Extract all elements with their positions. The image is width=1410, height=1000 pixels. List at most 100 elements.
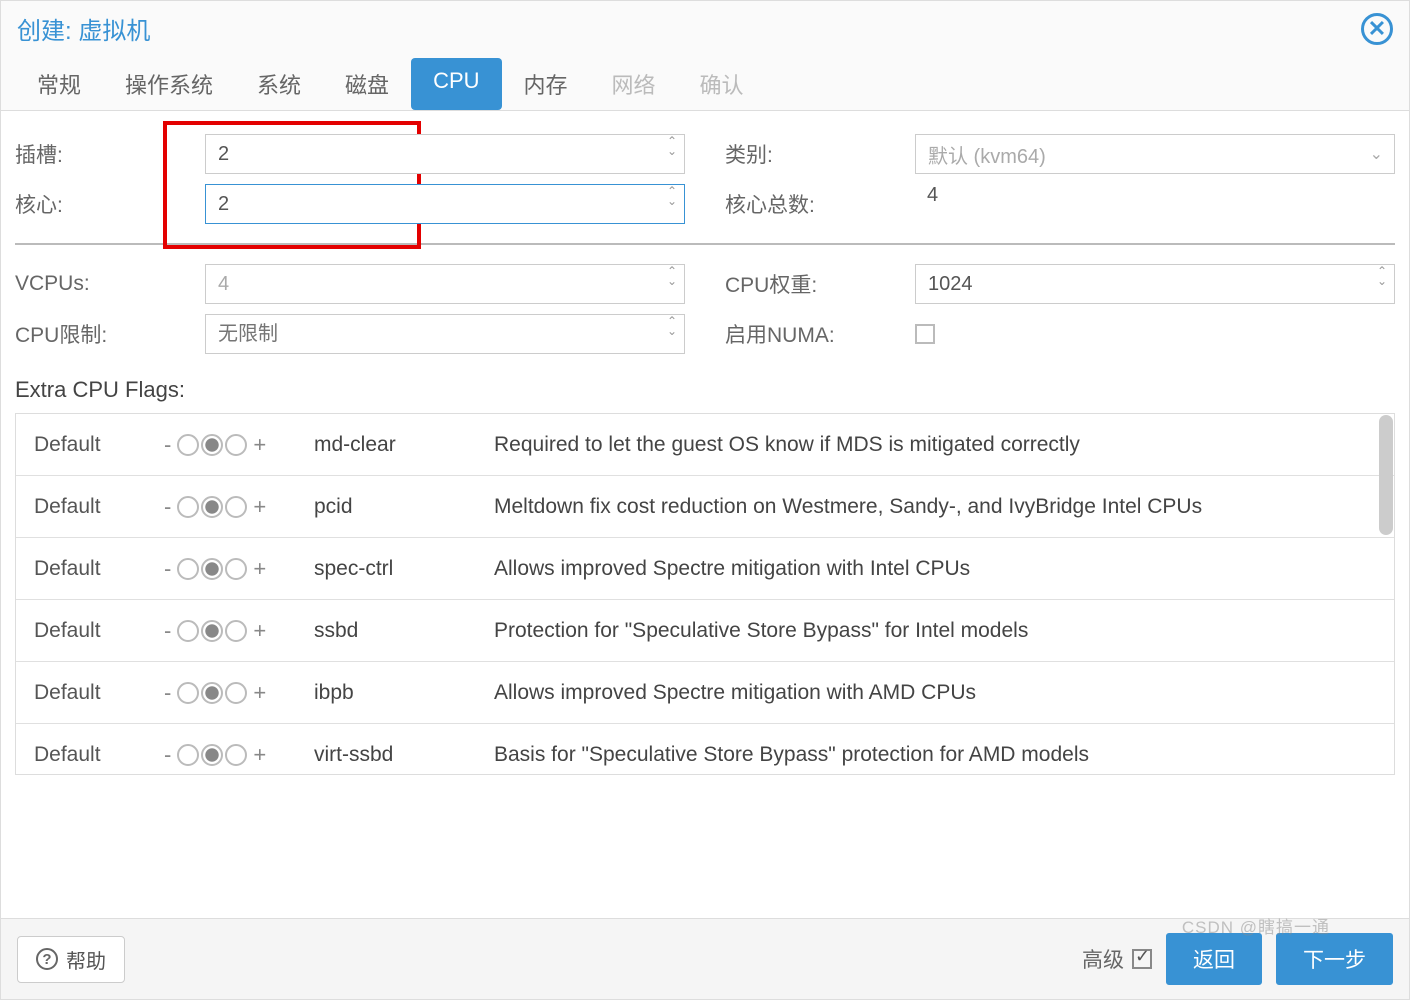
flag-name: spec-ctrl bbox=[314, 557, 494, 581]
flag-row: Default-+spec-ctrlAllows improved Spectr… bbox=[16, 538, 1394, 600]
flag-name: pcid bbox=[314, 495, 494, 519]
label-cores: 核心: bbox=[15, 189, 205, 219]
flag-row: Default-+ssbdProtection for "Speculative… bbox=[16, 600, 1394, 662]
sockets-input[interactable] bbox=[205, 134, 685, 174]
label-vcpus: VCPUs: bbox=[15, 272, 205, 296]
flag-default-label: Default bbox=[34, 743, 164, 767]
flag-default-label: Default bbox=[34, 433, 164, 457]
content: 插槽: ⌃⌄ 类别: ⌄ 核心: ⌃⌄ bbox=[1, 111, 1409, 918]
row-type: 类别: ⌄ bbox=[725, 129, 1395, 179]
extra-cpu-flags-title: Extra CPU Flags: bbox=[15, 377, 1395, 403]
close-button[interactable]: ✕ bbox=[1361, 13, 1393, 45]
flag-name: ssbd bbox=[314, 619, 494, 643]
chevron-down-icon[interactable]: ⌄ bbox=[667, 146, 677, 156]
chevron-down-icon[interactable]: ⌄ bbox=[667, 326, 677, 336]
row-cores: 核心: ⌃⌄ bbox=[15, 179, 685, 229]
minus-icon: - bbox=[164, 680, 171, 706]
numa-checkbox[interactable] bbox=[915, 324, 935, 344]
back-button[interactable]: 返回 bbox=[1166, 933, 1262, 985]
flags-table[interactable]: Default-+md-clearRequired to let the gue… bbox=[15, 413, 1395, 775]
type-select[interactable] bbox=[915, 134, 1395, 174]
footer: ? 帮助 高级 返回 下一步 bbox=[1, 918, 1409, 999]
flag-default-label: Default bbox=[34, 681, 164, 705]
cpu-limit-input[interactable] bbox=[205, 314, 685, 354]
flag-row: Default-+virt-ssbdBasis for "Speculative… bbox=[16, 724, 1394, 775]
minus-icon: - bbox=[164, 494, 171, 520]
advanced-label: 高级 bbox=[1082, 944, 1124, 974]
plus-icon: + bbox=[253, 494, 266, 520]
form-section-2: VCPUs: ⌃⌄ CPU权重: ⌃⌄ CPU限制: ⌃⌄ bbox=[15, 259, 1395, 359]
titlebar: 创建: 虚拟机 ✕ bbox=[1, 1, 1409, 58]
chevron-down-icon[interactable]: ⌄ bbox=[1370, 144, 1383, 164]
row-sockets: 插槽: ⌃⌄ bbox=[15, 129, 685, 179]
chevron-down-icon[interactable]: ⌄ bbox=[667, 196, 677, 206]
chevron-down-icon[interactable]: ⌄ bbox=[1377, 276, 1387, 286]
tab-network: 网络 bbox=[590, 58, 678, 110]
plus-icon: + bbox=[253, 432, 266, 458]
flag-description: Protection for "Speculative Store Bypass… bbox=[494, 617, 1376, 644]
vcpus-spinner[interactable]: ⌃⌄ bbox=[667, 266, 677, 286]
flag-tristate[interactable]: -+ bbox=[164, 742, 314, 768]
flag-tristate[interactable]: -+ bbox=[164, 680, 314, 706]
help-button[interactable]: ? 帮助 bbox=[17, 936, 125, 983]
divider bbox=[15, 243, 1395, 245]
label-type: 类别: bbox=[725, 139, 915, 169]
flag-name: virt-ssbd bbox=[314, 743, 494, 767]
flag-tristate[interactable]: -+ bbox=[164, 432, 314, 458]
flag-tristate[interactable]: -+ bbox=[164, 494, 314, 520]
flag-row: Default-+pcidMeltdown fix cost reduction… bbox=[16, 476, 1394, 538]
flag-description: Allows improved Spectre mitigation with … bbox=[494, 555, 1376, 582]
vcpus-input[interactable] bbox=[205, 264, 685, 304]
advanced-checkbox[interactable] bbox=[1132, 949, 1152, 969]
tab-system[interactable]: 系统 bbox=[235, 58, 323, 110]
minus-icon: - bbox=[164, 556, 171, 582]
tab-general[interactable]: 常规 bbox=[15, 58, 103, 110]
cpu-weight-spinner[interactable]: ⌃⌄ bbox=[1377, 266, 1387, 286]
plus-icon: + bbox=[253, 618, 266, 644]
cores-spinner[interactable]: ⌃⌄ bbox=[667, 186, 677, 206]
tab-confirm: 确认 bbox=[678, 58, 766, 110]
dialog-title: 创建: 虚拟机 bbox=[17, 11, 150, 46]
flag-description: Required to let the guest OS know if MDS… bbox=[494, 431, 1376, 458]
row-numa: 启用NUMA: bbox=[725, 309, 1395, 359]
flag-name: md-clear bbox=[314, 433, 494, 457]
plus-icon: + bbox=[253, 742, 266, 768]
row-cpu-weight: CPU权重: ⌃⌄ bbox=[725, 259, 1395, 309]
tab-memory[interactable]: 内存 bbox=[502, 58, 590, 110]
label-numa: 启用NUMA: bbox=[725, 319, 915, 349]
minus-icon: - bbox=[164, 618, 171, 644]
minus-icon: - bbox=[164, 742, 171, 768]
tab-cpu[interactable]: CPU bbox=[411, 58, 501, 110]
cpu-limit-spinner[interactable]: ⌃⌄ bbox=[667, 316, 677, 336]
close-icon: ✕ bbox=[1368, 16, 1386, 42]
create-vm-dialog: 创建: 虚拟机 ✕ 常规 操作系统 系统 磁盘 CPU 内存 网络 确认 插槽:… bbox=[0, 0, 1410, 1000]
next-button[interactable]: 下一步 bbox=[1276, 933, 1393, 985]
label-cpu-weight: CPU权重: bbox=[725, 269, 915, 299]
chevron-down-icon[interactable]: ⌄ bbox=[667, 276, 677, 286]
tabs-bar: 常规 操作系统 系统 磁盘 CPU 内存 网络 确认 bbox=[1, 58, 1409, 111]
flag-description: Meltdown fix cost reduction on Westmere,… bbox=[494, 493, 1376, 520]
tab-disk[interactable]: 磁盘 bbox=[323, 58, 411, 110]
flag-default-label: Default bbox=[34, 495, 164, 519]
row-total-cores: 核心总数: 4 bbox=[725, 179, 1395, 229]
plus-icon: + bbox=[253, 680, 266, 706]
cpu-weight-input[interactable] bbox=[915, 264, 1395, 304]
flag-row: Default-+md-clearRequired to let the gue… bbox=[16, 414, 1394, 476]
help-label: 帮助 bbox=[66, 945, 106, 974]
row-cpu-limit: CPU限制: ⌃⌄ bbox=[15, 309, 685, 359]
tab-os[interactable]: 操作系统 bbox=[103, 58, 235, 110]
flag-default-label: Default bbox=[34, 619, 164, 643]
flag-tristate[interactable]: -+ bbox=[164, 618, 314, 644]
flag-description: Basis for "Speculative Store Bypass" pro… bbox=[494, 741, 1376, 768]
flag-description: Allows improved Spectre mitigation with … bbox=[494, 679, 1376, 706]
row-vcpus: VCPUs: ⌃⌄ bbox=[15, 259, 685, 309]
cores-input[interactable] bbox=[205, 184, 685, 224]
form-section-1: 插槽: ⌃⌄ 类别: ⌄ 核心: ⌃⌄ bbox=[15, 129, 1395, 229]
advanced-toggle[interactable]: 高级 bbox=[1082, 944, 1152, 974]
flag-tristate[interactable]: -+ bbox=[164, 556, 314, 582]
sockets-spinner[interactable]: ⌃⌄ bbox=[667, 136, 677, 156]
flag-name: ibpb bbox=[314, 681, 494, 705]
help-icon: ? bbox=[36, 948, 58, 970]
scrollbar-thumb[interactable] bbox=[1379, 415, 1393, 535]
label-cpu-limit: CPU限制: bbox=[15, 319, 205, 349]
